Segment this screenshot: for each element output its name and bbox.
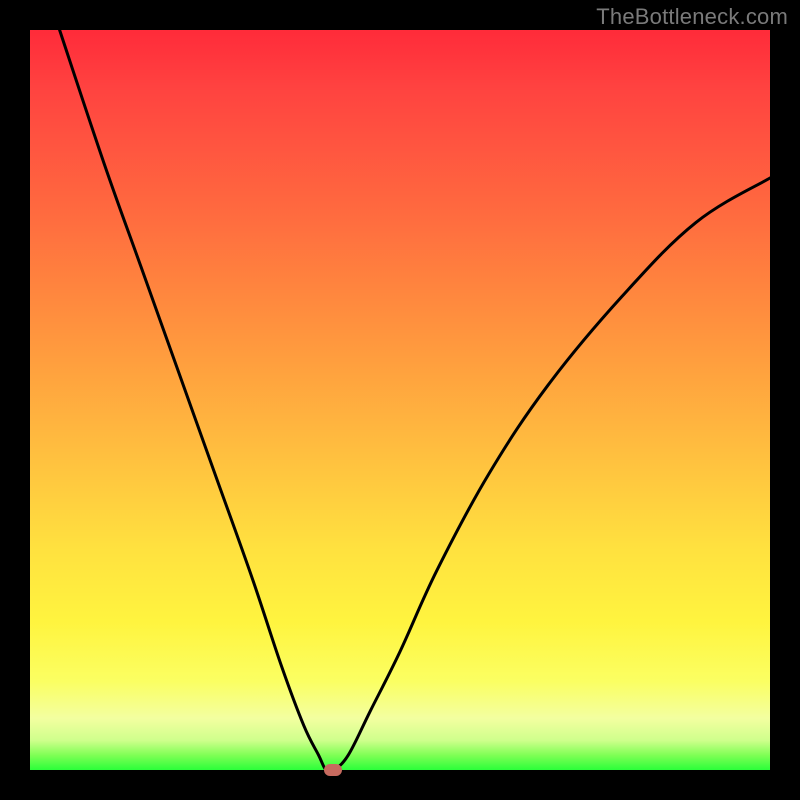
minimum-marker <box>324 764 342 776</box>
bottleneck-curve-path <box>60 30 770 772</box>
curve-svg <box>30 30 770 770</box>
plot-area <box>30 30 770 770</box>
chart-frame: TheBottleneck.com <box>0 0 800 800</box>
watermark-text: TheBottleneck.com <box>596 4 788 30</box>
